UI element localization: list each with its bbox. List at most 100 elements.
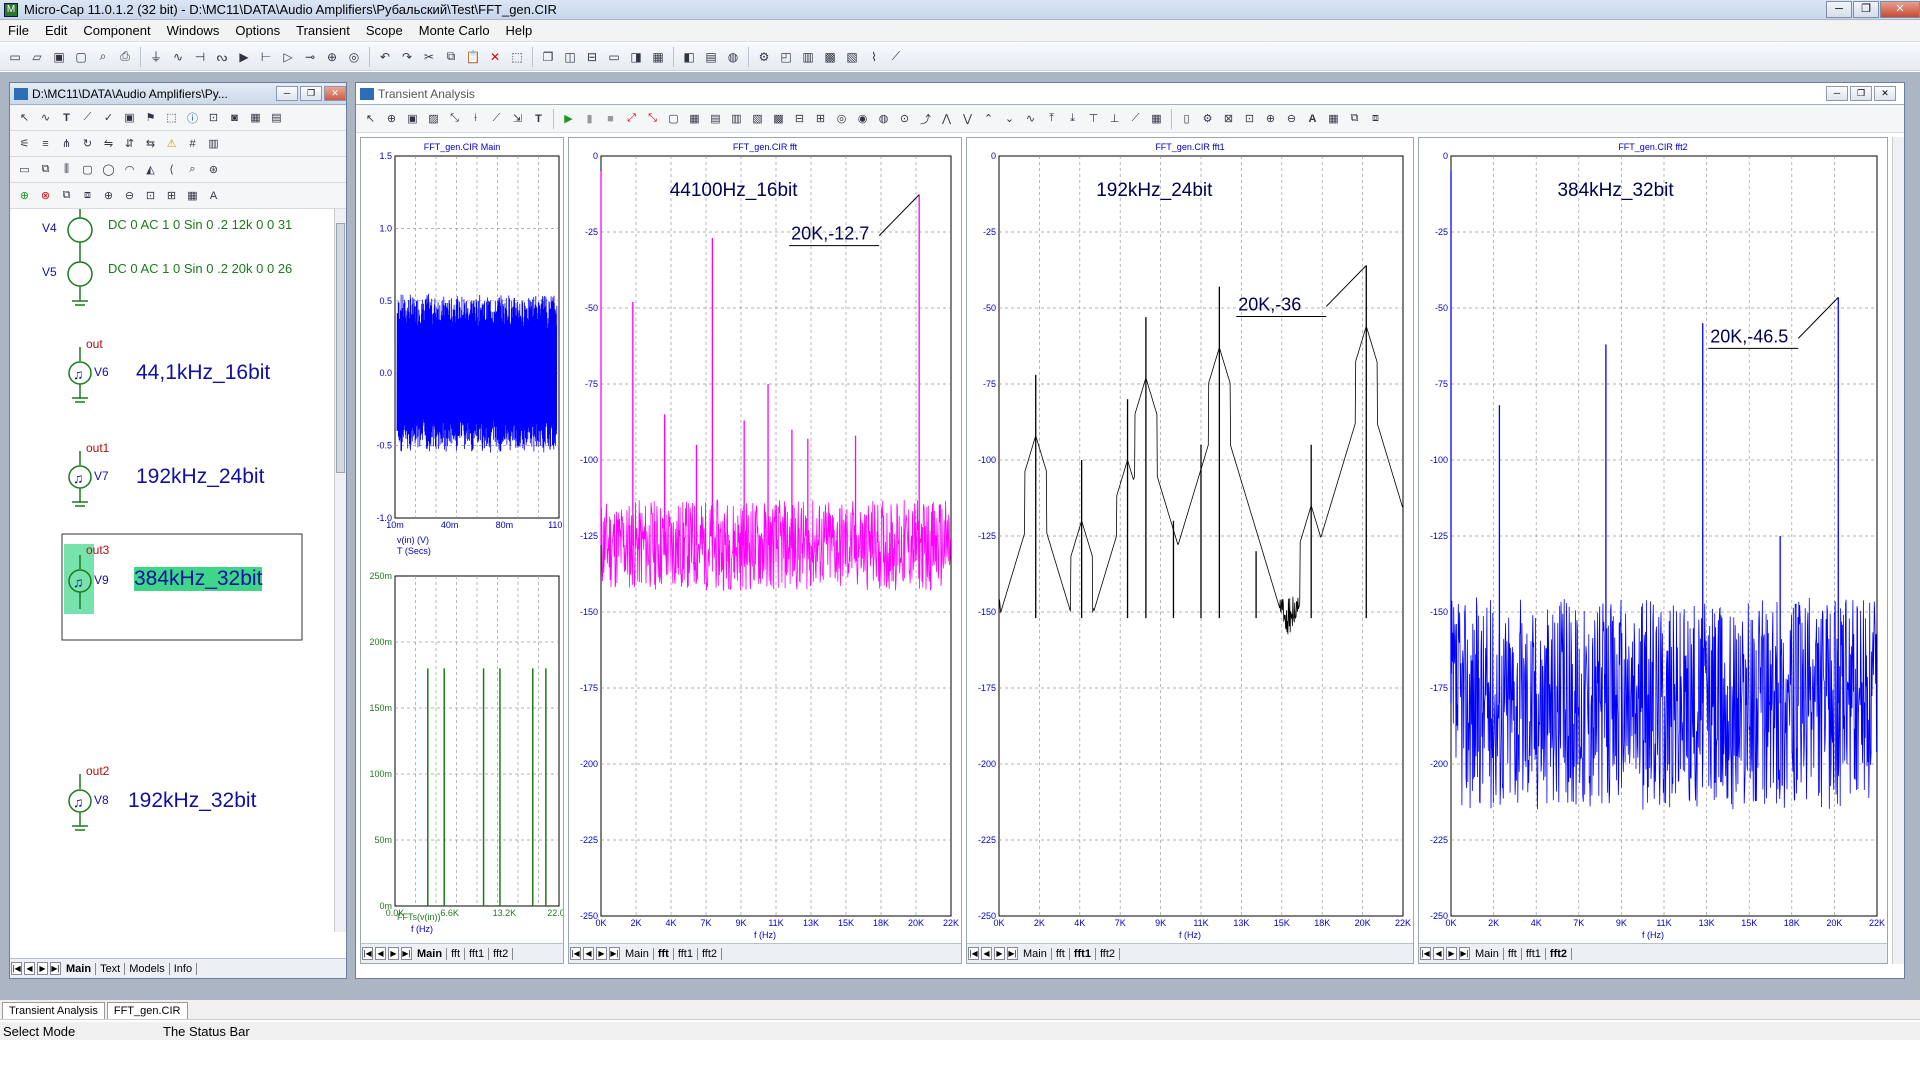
stop-icon[interactable]: ■ — [602, 110, 619, 127]
tab-fft1[interactable]: fft1 — [1070, 947, 1096, 960]
prev-icon[interactable]: ◀ — [1433, 947, 1444, 960]
menu-edit[interactable]: Edit — [37, 23, 75, 38]
copy-plot-icon[interactable]: ⧉ — [1346, 110, 1363, 127]
copy-icon[interactable]: ⧉ — [58, 187, 75, 204]
copy-icon[interactable]: ⧉ — [442, 48, 460, 66]
last-icon[interactable]: ▶| — [1007, 947, 1018, 960]
attribute-icon[interactable]: ≡ — [37, 135, 54, 152]
menu-scope[interactable]: Scope — [358, 23, 411, 38]
zoom-region-icon[interactable]: ⊞ — [163, 187, 180, 204]
tab-main[interactable]: Main — [1471, 947, 1504, 960]
copy-page-icon[interactable]: ⧉ — [37, 161, 54, 178]
global-high-icon[interactable]: ⤒ — [1043, 110, 1060, 127]
bus-icon[interactable]: ⫼ — [58, 161, 75, 178]
v5-value[interactable]: DC 0 AC 1 0 Sin 0 .2 20k 0 0 26 — [108, 261, 292, 276]
tokens-icon[interactable]: ▦ — [686, 110, 703, 127]
tab-fft1[interactable]: fft1 — [674, 947, 698, 960]
flip-x-icon[interactable]: ⇋ — [100, 135, 117, 152]
cut-icon[interactable]: ✂ — [420, 48, 438, 66]
tab-fft2[interactable]: fft2 — [489, 947, 514, 960]
probe-plot-icon[interactable]: ⟋ — [887, 48, 905, 66]
menu-windows[interactable]: Windows — [159, 23, 228, 38]
prev-icon[interactable]: ◀ — [981, 947, 992, 960]
font-icon[interactable]: A — [205, 187, 222, 204]
help-icon[interactable]: ⊡ — [205, 109, 222, 126]
polygon-icon[interactable]: ◭ — [142, 161, 159, 178]
layers-icon[interactable]: ▤ — [268, 109, 285, 126]
tab-main[interactable]: Main — [621, 947, 654, 960]
ruler-icon[interactable]: ▧ — [749, 110, 766, 127]
tab-info[interactable]: Info — [170, 962, 198, 975]
text-mode-icon[interactable]: T — [530, 110, 547, 127]
label-384khz-32bit[interactable]: 384kHz_32bit — [134, 567, 263, 591]
global-low-icon[interactable]: ⤓ — [1064, 110, 1081, 127]
find-icon[interactable]: ⌕ — [184, 161, 201, 178]
tab-main[interactable]: Main — [413, 947, 448, 960]
wire-icon[interactable]: ∿ — [37, 109, 54, 126]
minimize-button[interactable]: ─ — [1826, 1, 1852, 18]
grid-icon[interactable]: ▤ — [707, 110, 724, 127]
fft2-plot-area[interactable]: FFT_gen.CIR fft20K 2K 4K 7K 9K 11K 13K 15K 18K 20… — [1419, 138, 1887, 943]
window-icon[interactable]: ▭ — [605, 48, 623, 66]
page-icon[interactable]: ◧ — [680, 48, 698, 66]
tab-text[interactable]: Text — [96, 962, 126, 975]
page-icon[interactable]: ▭ — [16, 161, 33, 178]
undo-icon[interactable]: ↶ — [376, 48, 394, 66]
valley-icon[interactable]: ⋁ — [959, 110, 976, 127]
transistor-icon[interactable]: ⊢ — [257, 48, 275, 66]
first-icon[interactable]: |◀ — [968, 947, 979, 960]
menu-help[interactable]: Help — [498, 23, 541, 38]
analysis-minimize-button[interactable]: ─ — [1826, 86, 1848, 101]
stepping-icon[interactable]: ⚙ — [1199, 110, 1216, 127]
cascade-icon[interactable]: ❐ — [539, 48, 557, 66]
add-curve-icon[interactable]: ▨ — [425, 110, 442, 127]
next-icon[interactable]: ▶ — [994, 947, 1005, 960]
maximize-button[interactable]: ❐ — [1853, 1, 1879, 18]
palette-icon[interactable]: ▦ — [1148, 110, 1165, 127]
paste-icon[interactable]: 📋 — [464, 48, 482, 66]
probe-icon[interactable]: ⤡ — [644, 110, 661, 127]
delete-icon[interactable]: ✕ — [486, 48, 504, 66]
grid-toggle-icon[interactable]: # — [184, 135, 201, 152]
analysis-maximize-button[interactable]: ❐ — [1850, 86, 1872, 101]
scope-icon[interactable]: ⌇ — [865, 48, 883, 66]
last-icon[interactable]: ▶| — [1459, 947, 1470, 960]
tab-fft[interactable]: fft — [654, 947, 674, 960]
bottom-icon[interactable]: ⊥ — [1106, 110, 1123, 127]
top-icon[interactable]: ⊤ — [1085, 110, 1102, 127]
data-point-icon[interactable]: ⊙ — [896, 110, 913, 127]
cursor-mode-icon[interactable]: ⟊ — [467, 110, 484, 127]
axes-icon[interactable]: ▯ — [1178, 110, 1195, 127]
paste-icon[interactable]: ⧈ — [79, 187, 96, 204]
package-editor-icon[interactable]: ▥ — [799, 48, 817, 66]
high-icon[interactable]: ⌃ — [980, 110, 997, 127]
minor-grid-icon[interactable]: ▥ — [728, 110, 745, 127]
node-out[interactable]: out — [86, 337, 103, 351]
inductor-icon[interactable]: ᔓ — [213, 48, 231, 66]
menu-file[interactable]: File — [0, 23, 37, 38]
low-icon[interactable]: ⌄ — [1001, 110, 1018, 127]
schematic-maximize-button[interactable]: ❐ — [300, 86, 322, 101]
point-tag-icon[interactable]: ⟋ — [488, 110, 505, 127]
tab-fft[interactable]: fft — [1504, 947, 1522, 960]
zoom-fit-icon[interactable]: ⊡ — [142, 187, 159, 204]
menu-options[interactable]: Options — [227, 23, 288, 38]
analysis-vscrollbar[interactable] — [1892, 137, 1904, 964]
point-icon[interactable]: ◙ — [226, 109, 243, 126]
animate-icon[interactable]: ⊠ — [1220, 110, 1237, 127]
remove-icon[interactable]: ⊗ — [37, 187, 54, 204]
performance-icon[interactable]: ⤴ — [917, 110, 934, 127]
layout-icon[interactable]: ▦ — [1325, 110, 1342, 127]
node-numbers-icon[interactable]: ⋔ — [58, 135, 75, 152]
ibis-icon[interactable]: ▧ — [843, 48, 861, 66]
zoom-in-icon[interactable]: ⊕ — [100, 187, 117, 204]
peak-icon[interactable]: ⋀ — [938, 110, 955, 127]
fft-plot-area[interactable]: FFT_gen.CIR fft0K 2K 4K 7K 9K 11K 13K 15K 18K 20K… — [569, 138, 961, 943]
tab-fft1[interactable]: fft1 — [1522, 947, 1546, 960]
last-icon[interactable]: ▶| — [401, 947, 412, 960]
opamp-icon[interactable]: ▷ — [279, 48, 297, 66]
tab-fft[interactable]: fft — [1052, 947, 1070, 960]
next-page-icon[interactable]: ▶ — [37, 962, 48, 975]
open-icon[interactable]: ▱ — [28, 48, 46, 66]
tab-fft[interactable]: fft — [447, 947, 466, 960]
